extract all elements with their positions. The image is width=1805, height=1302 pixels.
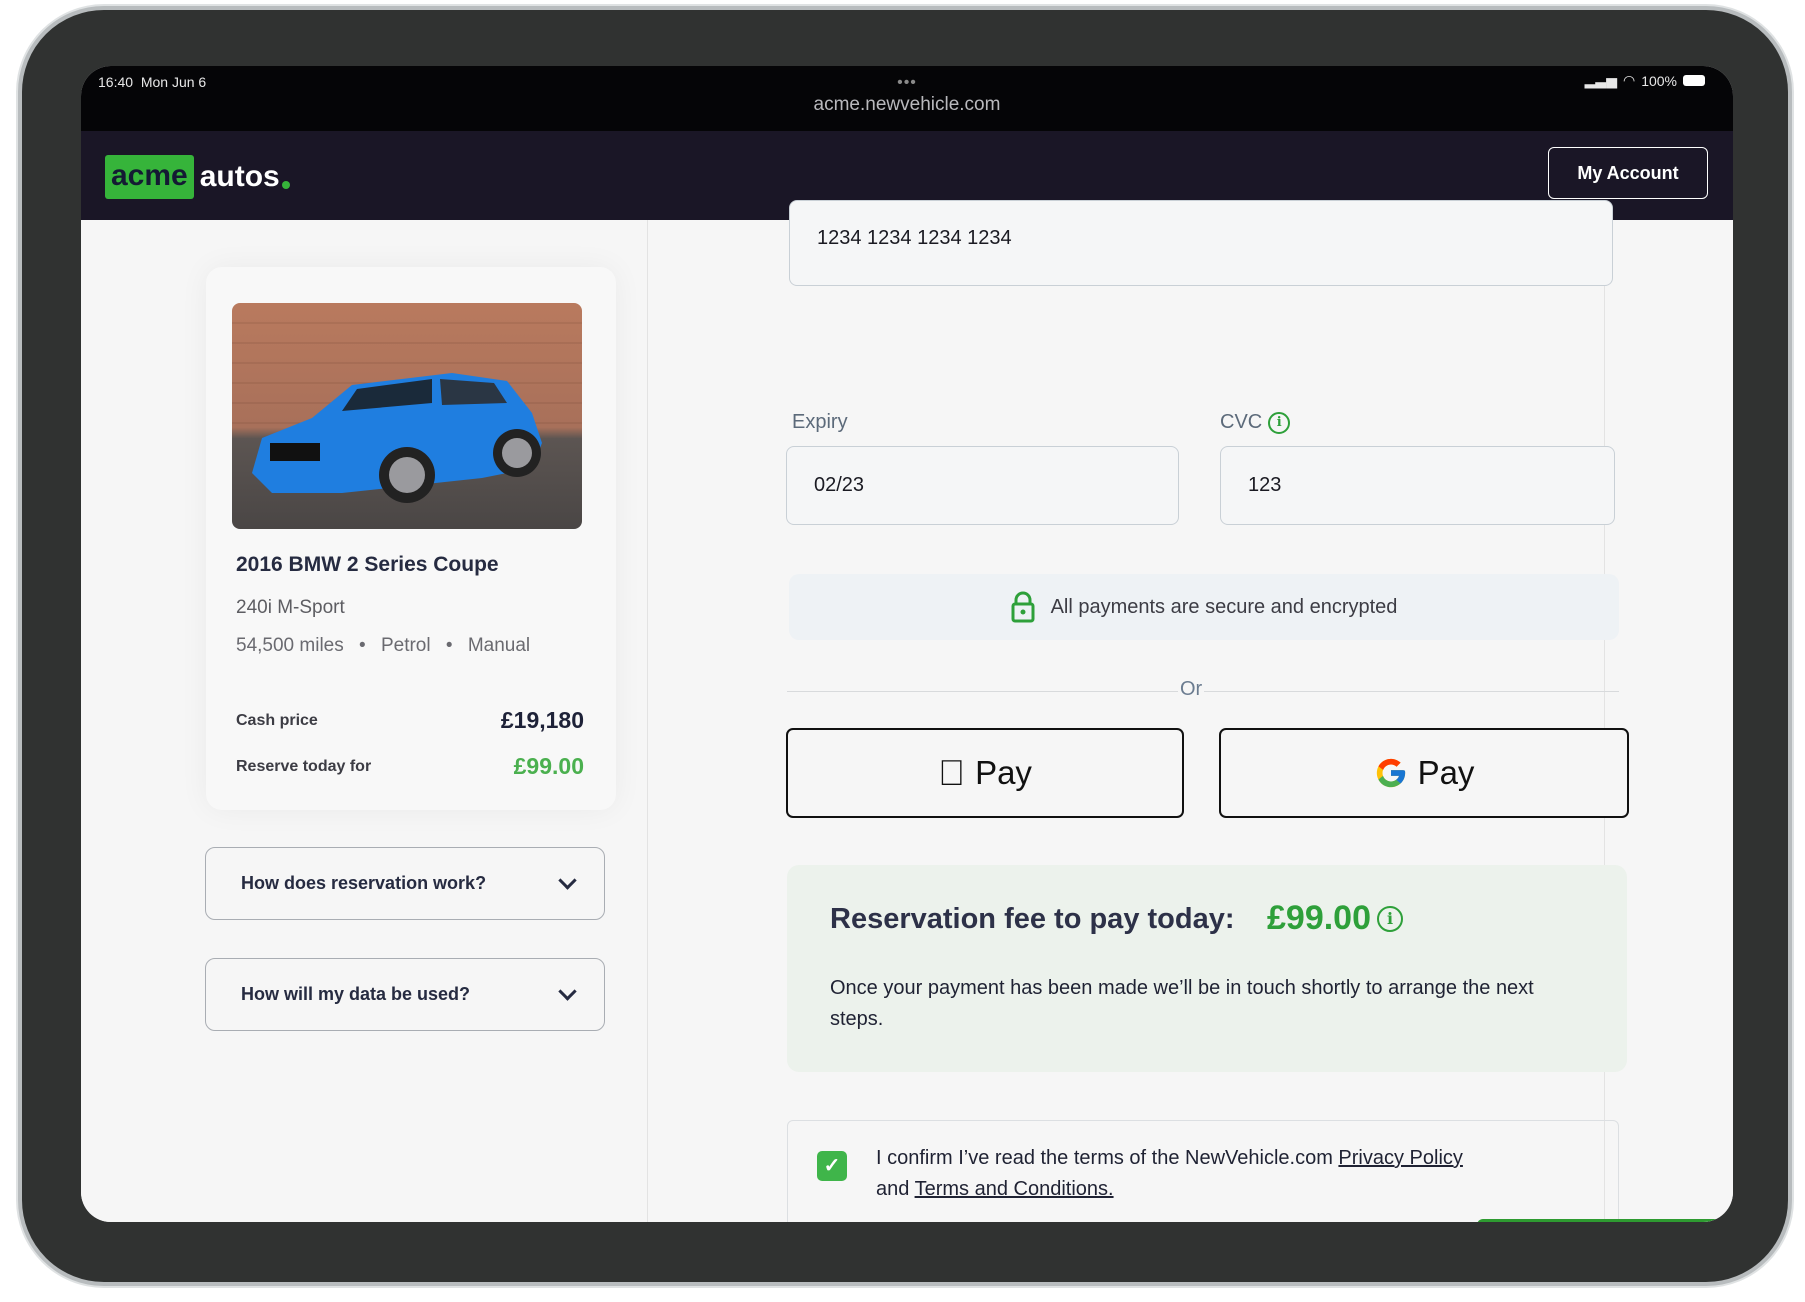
terms-text: I confirm I’ve read the terms of the New…	[876, 1147, 1463, 1200]
google-pay-button[interactable]: Pay	[1219, 728, 1629, 818]
cash-price-value: £19,180	[500, 707, 584, 733]
my-account-button[interactable]: My Account	[1548, 147, 1708, 199]
faq-label: How will my data be used?	[241, 984, 471, 1004]
apple-icon: 	[938, 752, 965, 794]
battery-icon	[1683, 75, 1705, 86]
terms-confirmation: ✓ I confirm I’ve read the terms of the N…	[787, 1120, 1619, 1222]
battery-percent: 100%	[1641, 72, 1677, 89]
screen: 16:40 Mon Jun 6 ••• acme.newvehicle.com …	[81, 66, 1733, 1222]
vehicle-title: 2016 BMW 2 Series Coupe	[236, 553, 499, 576]
cash-price-label: Cash price	[236, 711, 318, 729]
privacy-policy-link[interactable]: Privacy Policy	[1338, 1147, 1462, 1169]
reserve-price-value: £99.00	[513, 753, 584, 779]
status-time: 16:40 Mon Jun 6	[98, 74, 207, 90]
faq-data-accordion[interactable]: How will my data be used?	[205, 958, 605, 1031]
cvc-input[interactable]: 123	[1220, 446, 1615, 525]
fee-title: Reservation fee to pay today:	[830, 903, 1235, 935]
multitask-dots-icon[interactable]: •••	[897, 74, 917, 92]
expiry-label: Expiry	[792, 411, 848, 433]
spec-transmission: Manual	[467, 635, 531, 656]
vehicle-trim: 240i M-Sport	[236, 597, 345, 618]
secure-payment-notice: All payments are secure and encrypted	[789, 574, 1619, 640]
or-text: Or	[1178, 678, 1205, 701]
chevron-down-icon	[558, 871, 577, 890]
cvc-value: 123	[1248, 474, 1282, 496]
reservation-fee-panel: Reservation fee to pay today: £99.00 i On…	[787, 865, 1627, 1072]
reserve-price-row: Reserve today for £99.00	[236, 753, 584, 780]
terms-link[interactable]: Terms and Conditions.	[915, 1178, 1114, 1200]
info-icon[interactable]: i	[1268, 411, 1291, 434]
card-number-value: 1234 1234 1234 1234	[817, 227, 1012, 249]
logo[interactable]: acme autos	[105, 155, 290, 199]
google-icon	[1376, 758, 1405, 788]
need-assistance-button[interactable]: Need assistance?	[1477, 1219, 1733, 1222]
status-indicators: ▂▃▅ ◠ 100%	[1585, 72, 1705, 89]
cash-price-row: Cash price £19,180	[236, 707, 584, 734]
chevron-down-icon	[558, 982, 577, 1001]
reserve-price-label: Reserve today for	[236, 757, 372, 775]
lock-icon	[1011, 591, 1035, 623]
status-bar: 16:40 Mon Jun 6 ••• acme.newvehicle.com …	[81, 66, 1733, 131]
car-illustration	[232, 322, 582, 503]
terms-checkbox[interactable]: ✓	[817, 1151, 847, 1181]
logo-dot-icon	[281, 181, 290, 189]
expiry-value: 02/23	[814, 474, 865, 496]
wifi-icon: ◠	[1622, 72, 1636, 88]
faq-reservation-accordion[interactable]: How does reservation work?	[205, 847, 605, 920]
url-bar[interactable]: acme.newvehicle.com	[81, 94, 1733, 116]
vehicle-card: 2016 BMW 2 Series Coupe 240i M-Sport 54,…	[206, 267, 616, 810]
secure-text: All payments are secure and encrypted	[1050, 595, 1398, 618]
signal-icon: ▂▃▅	[1584, 72, 1617, 88]
info-icon[interactable]: i	[1377, 905, 1403, 932]
cvc-label: CVC i	[1220, 411, 1291, 434]
main-content: 2016 BMW 2 Series Coupe 240i M-Sport 54,…	[81, 200, 1733, 1222]
logo-primary: acme	[105, 155, 194, 199]
spec-mileage: 54,500 miles	[236, 635, 344, 656]
card-number-input[interactable]: 1234 1234 1234 1234	[789, 200, 1613, 286]
fee-amount: £99.00 i	[1267, 899, 1403, 938]
fee-description: Once your payment has been made we’ll be…	[830, 977, 1534, 1030]
column-divider	[647, 220, 648, 1222]
vehicle-image	[232, 303, 582, 529]
vehicle-specs: 54,500 miles • Petrol • Manual	[236, 635, 531, 656]
logo-secondary: autos	[199, 160, 280, 193]
apple-pay-button[interactable]:  Pay	[786, 728, 1184, 818]
faq-label: How does reservation work?	[241, 873, 487, 893]
expiry-input[interactable]: 02/23	[786, 446, 1179, 525]
spec-fuel: Petrol	[380, 635, 431, 656]
